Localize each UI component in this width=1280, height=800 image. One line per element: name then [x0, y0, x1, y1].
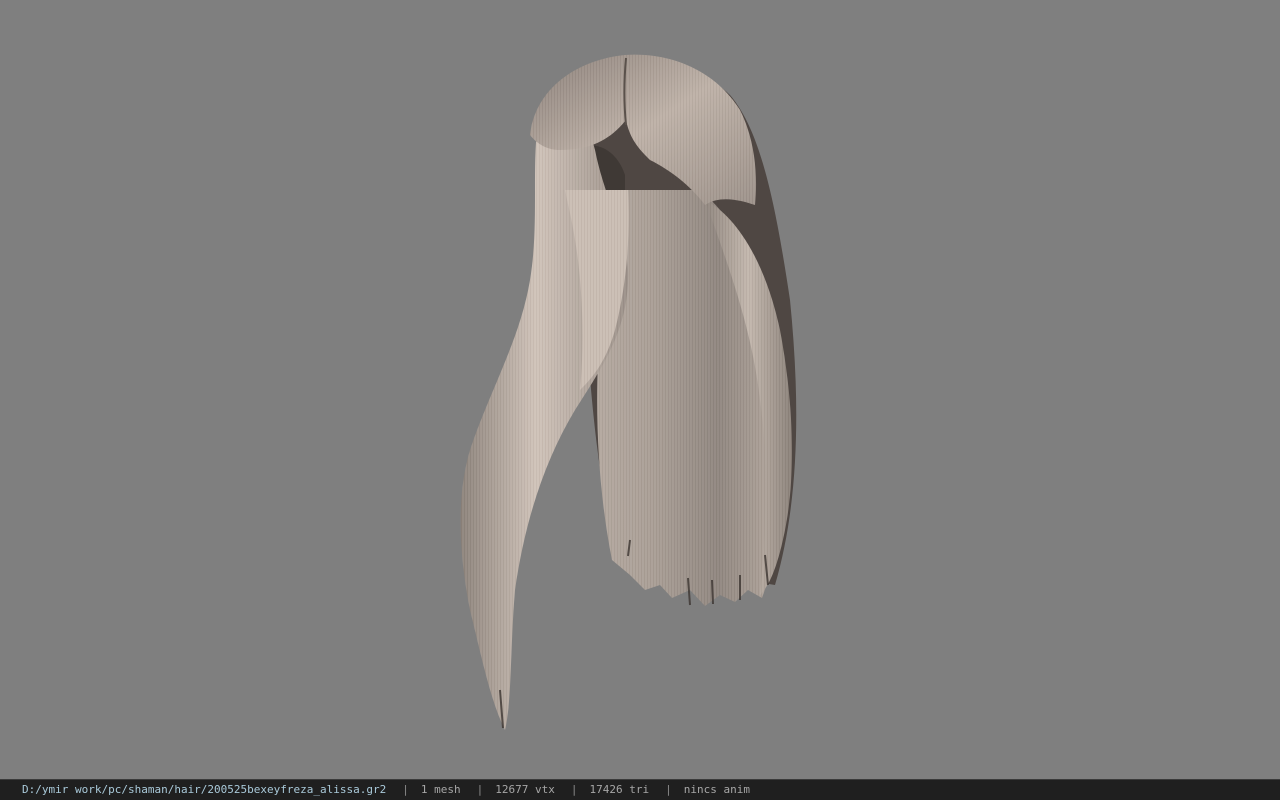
- separator: |: [665, 783, 672, 796]
- hair-model: [460, 54, 797, 730]
- triangle-count: 17426 tri: [589, 783, 650, 796]
- status-bar: D:/ymir work/pc/shaman/hair/200525bexeyf…: [0, 779, 1280, 800]
- mesh-count: 1 mesh: [420, 783, 461, 796]
- anim-status: nincs anim: [683, 783, 750, 796]
- separator: |: [570, 783, 578, 796]
- separator: |: [402, 783, 409, 796]
- vertex-count: 12677 vtx: [495, 783, 555, 796]
- separator: |: [476, 783, 484, 796]
- file-path: D:/ymir work/pc/shaman/hair/200525bexeyf…: [22, 783, 387, 796]
- 3d-viewport[interactable]: [0, 0, 1280, 779]
